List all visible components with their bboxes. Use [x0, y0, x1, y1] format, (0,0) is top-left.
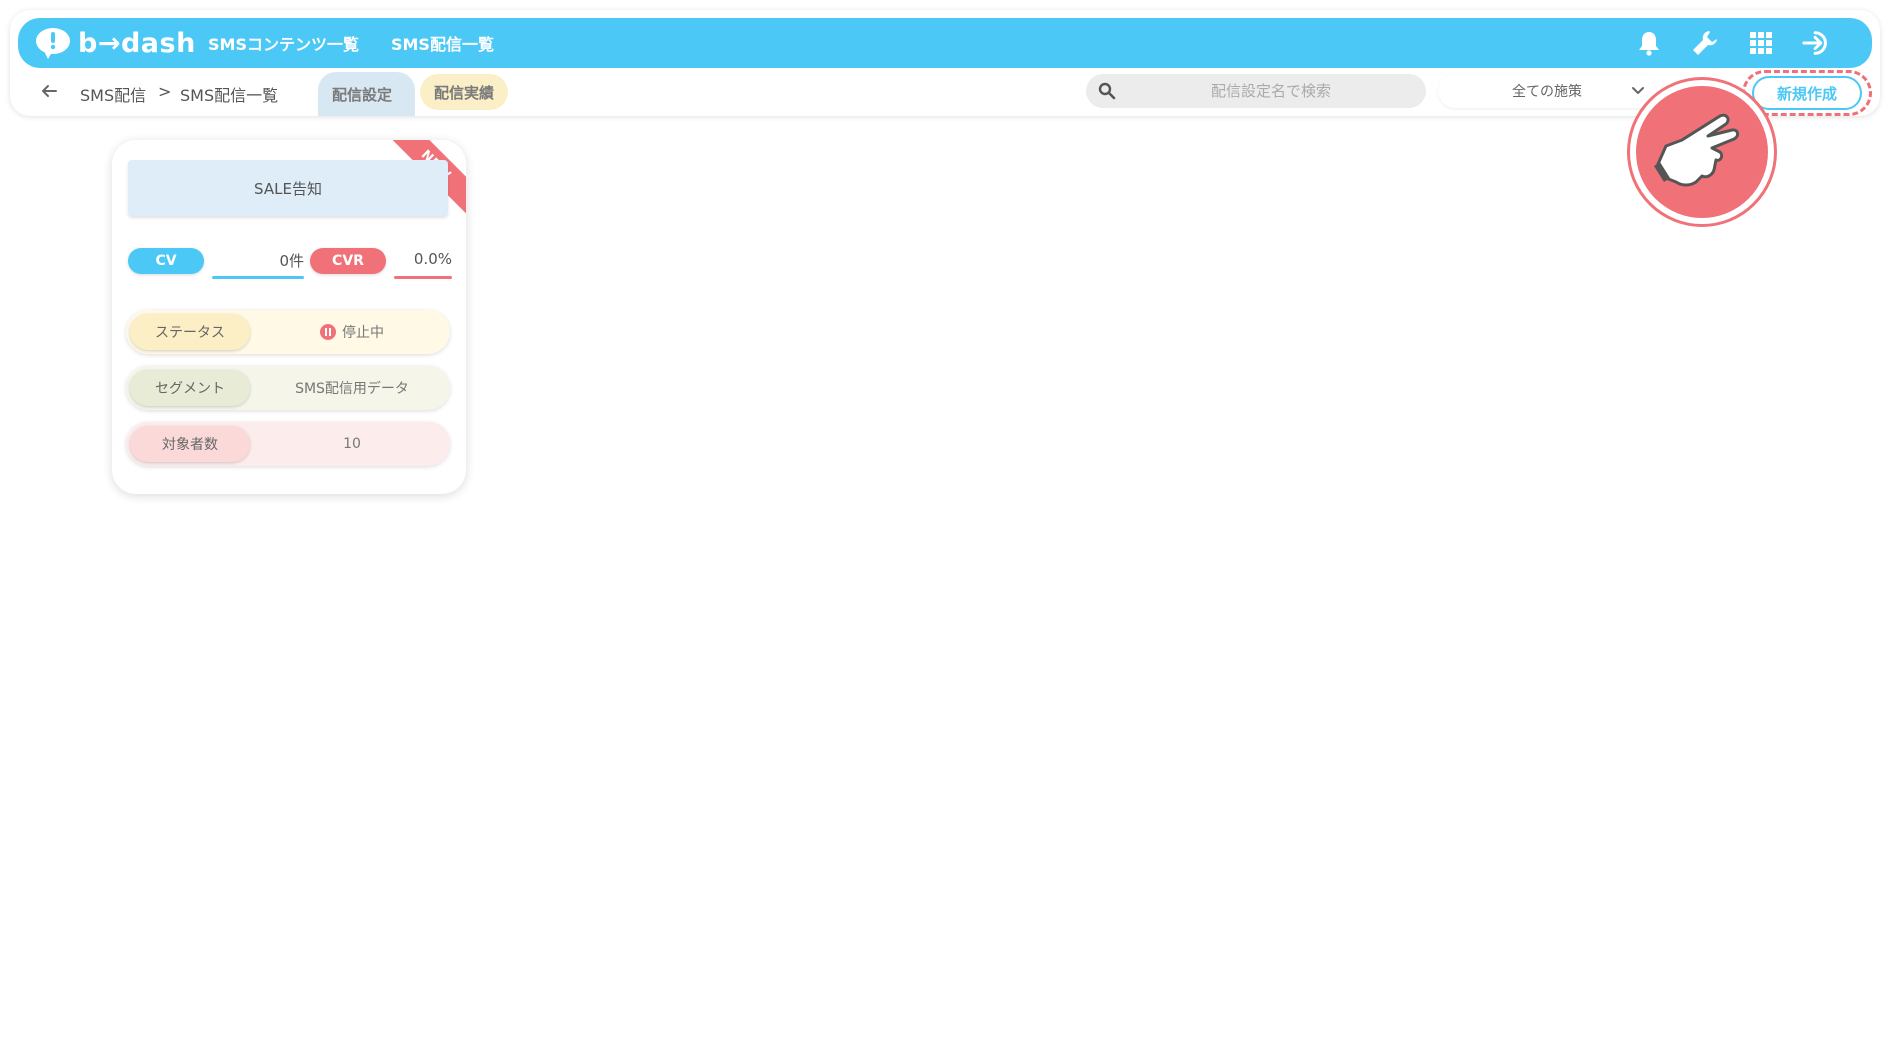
target-count-row: 対象者数 10 — [126, 422, 450, 466]
new-create-button[interactable]: 新規作成 — [1752, 76, 1862, 110]
logo-icon — [34, 26, 72, 60]
pointer-callout — [1630, 80, 1774, 224]
segment-row: セグメント SMS配信用データ — [126, 366, 450, 410]
wrench-icon[interactable] — [1690, 28, 1720, 58]
cv-value: 0件 — [279, 252, 304, 270]
cv-label: CV — [128, 248, 204, 274]
top-navbar: b→dash SMSコンテンツ一覧 SMS配信一覧 — [18, 18, 1872, 68]
cv-underline — [212, 276, 304, 279]
nav-sms-contents[interactable]: SMSコンテンツ一覧 — [208, 31, 359, 55]
cvr-label: CVR — [310, 248, 386, 274]
app-logo[interactable]: b→dash — [34, 24, 196, 62]
target-count-value: 10 — [343, 436, 361, 452]
top-nav: SMSコンテンツ一覧 SMS配信一覧 — [208, 18, 526, 68]
segment-value: SMS配信用データ — [295, 381, 409, 397]
status-text: 停止中 — [342, 325, 384, 341]
grid-icon[interactable] — [1746, 28, 1776, 58]
card-title: SALE告知 — [128, 160, 448, 216]
bell-icon[interactable] — [1634, 28, 1664, 58]
target-count-label: 対象者数 — [130, 426, 250, 462]
pause-icon — [320, 324, 336, 340]
search-box — [1086, 74, 1426, 108]
hand-pointer-icon — [1654, 113, 1740, 187]
nav-sms-delivery[interactable]: SMS配信一覧 — [391, 31, 494, 55]
filter-select-value: 全ての施策 — [1512, 84, 1582, 100]
back-arrow-icon[interactable] — [38, 80, 60, 102]
search-icon — [1098, 82, 1116, 104]
breadcrumb-separator: > — [158, 82, 172, 101]
breadcrumb-current: SMS配信一覧 — [180, 86, 279, 105]
delivery-card[interactable]: NEW SALE告知 CV 0件 CVR 0.0% ステータス 停止中 セグメン… — [112, 140, 466, 494]
breadcrumb-root[interactable]: SMS配信 — [80, 82, 146, 106]
status-label: ステータス — [130, 314, 250, 350]
logo-text: b→dash — [78, 27, 196, 59]
search-input[interactable] — [1086, 74, 1426, 108]
cvr-value: 0.0% — [413, 250, 452, 268]
top-icons — [1608, 18, 1832, 68]
cvr-underline — [394, 276, 452, 279]
tab-delivery-settings[interactable]: 配信設定 — [318, 72, 415, 116]
segment-label: セグメント — [130, 370, 250, 406]
sub-toolbar: SMS配信 > SMS配信一覧 配信設定 配信実績 全ての施策 — [28, 72, 1870, 116]
status-row: ステータス 停止中 — [126, 310, 450, 354]
logout-icon[interactable] — [1802, 28, 1832, 58]
filter-select[interactable]: 全ての施策 — [1438, 74, 1656, 108]
status-value: 停止中 — [254, 310, 450, 354]
tab-delivery-results[interactable]: 配信実績 — [420, 74, 509, 110]
